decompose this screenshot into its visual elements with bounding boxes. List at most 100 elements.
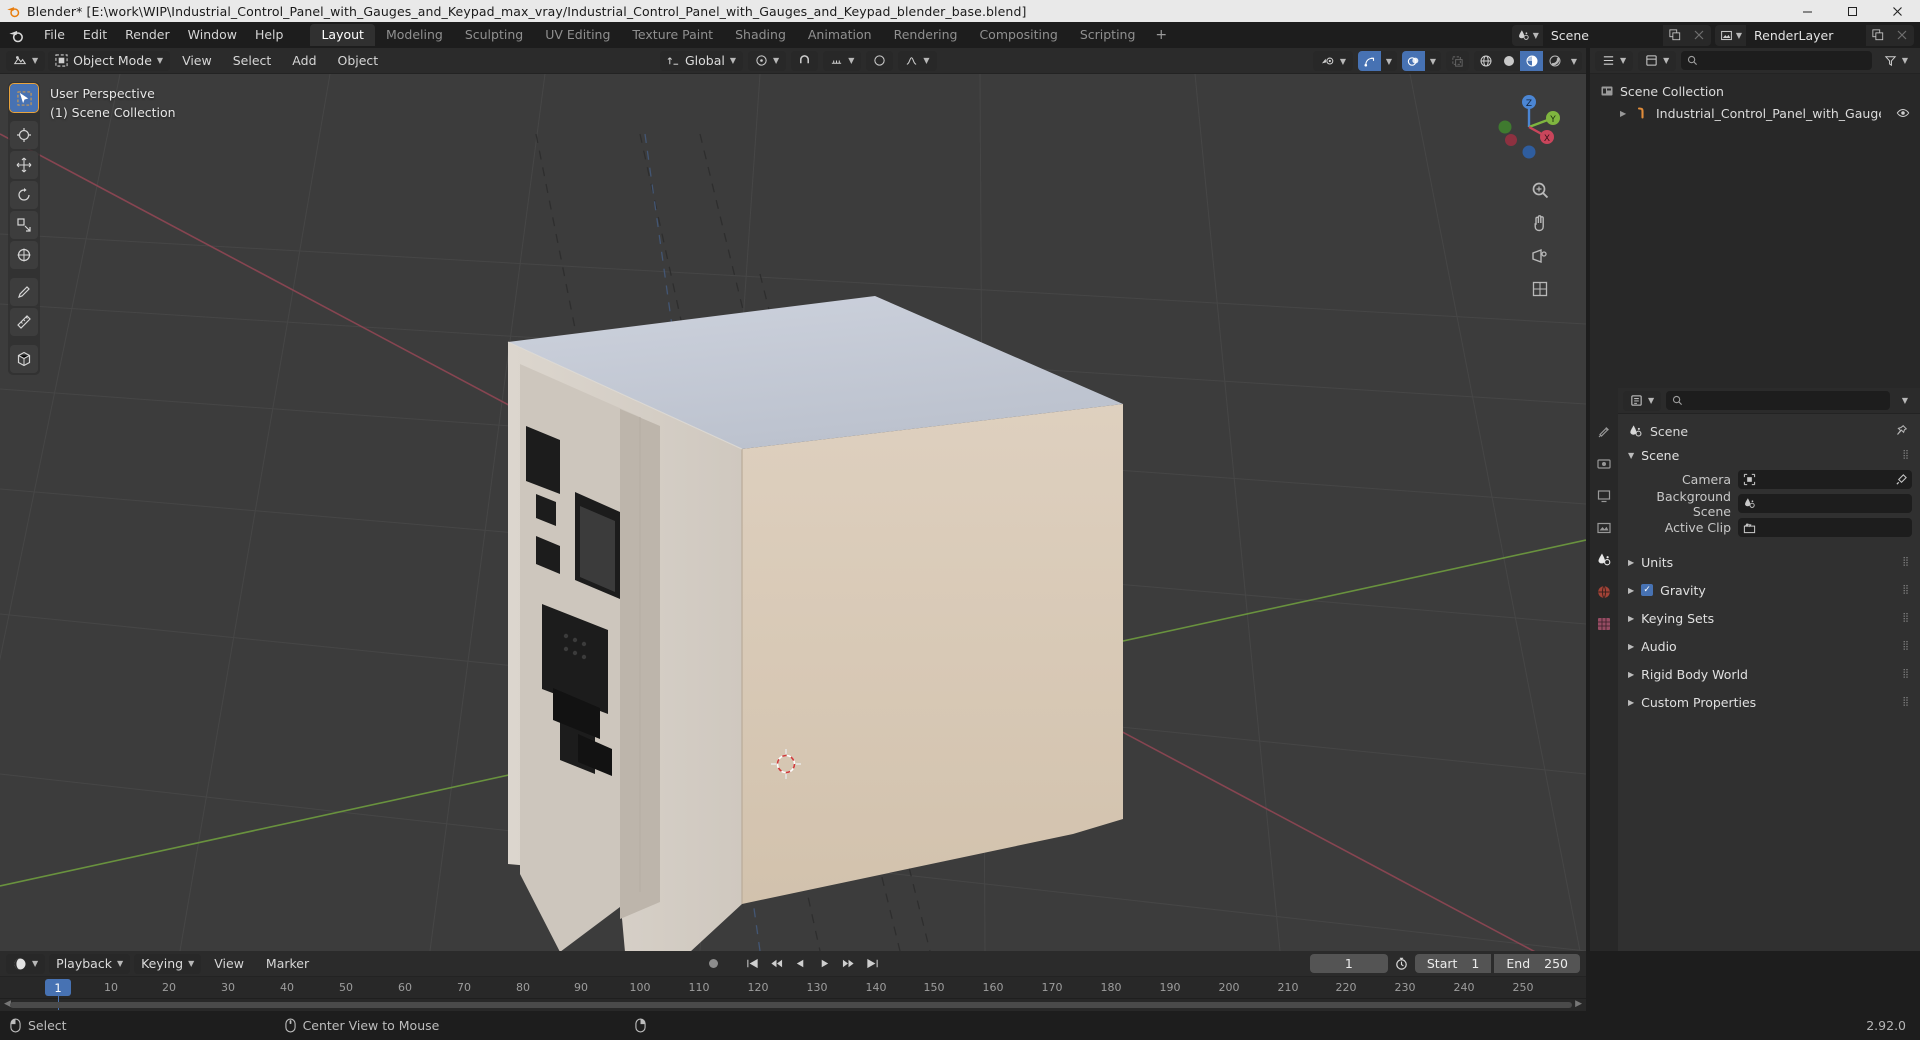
editor-type-button[interactable]: ▼ [6, 50, 46, 71]
blender-app-icon[interactable] [8, 27, 25, 44]
menu-help[interactable]: Help [246, 25, 293, 45]
tab-scripting[interactable]: Scripting [1069, 24, 1147, 46]
viewport-menu-add[interactable]: Add [283, 51, 325, 71]
menu-window[interactable]: Window [179, 25, 246, 45]
rotate-tool[interactable] [10, 181, 38, 209]
properties-search-input[interactable] [1666, 391, 1890, 410]
outliner-filter-button[interactable]: ▼ [1877, 51, 1915, 71]
outliner-display-mode[interactable]: ▼ [1638, 50, 1677, 71]
remove-viewlayer-button[interactable] [1890, 24, 1914, 46]
timeline-menu-playback[interactable]: Playback ▼ [49, 953, 131, 974]
tab-compositing[interactable]: Compositing [968, 24, 1068, 46]
play-button[interactable] [814, 954, 835, 974]
tab-texture-paint[interactable]: Texture Paint [621, 24, 724, 46]
viewlayer-name-field[interactable]: RenderLayer [1746, 24, 1866, 46]
move-tool[interactable] [10, 151, 38, 179]
use-preview-range-icon[interactable] [1391, 954, 1412, 974]
timeline-horizontal-scrollbar[interactable] [10, 1002, 1572, 1008]
tab-shading[interactable]: Shading [724, 24, 797, 46]
outliner-object-row[interactable]: ▶ Industrial_Control_Panel_with_Gauges_a… [1590, 102, 1920, 124]
add-workspace-button[interactable]: + [1146, 24, 1176, 46]
scene-name-field[interactable]: Scene [1542, 24, 1663, 46]
tab-layout[interactable]: Layout [310, 24, 375, 46]
camera-field[interactable] [1738, 470, 1912, 489]
tab-sculpting[interactable]: Sculpting [454, 24, 534, 46]
output-tab[interactable] [1594, 486, 1614, 506]
camera-view-icon[interactable] [1528, 244, 1552, 268]
view-layer-selector[interactable]: ▼ RenderLayer [1714, 24, 1914, 46]
viewport-canvas[interactable]: User Perspective (1) Scene Collection Z … [0, 74, 1586, 951]
render-tab[interactable] [1594, 454, 1614, 474]
shading-wireframe-button[interactable] [1474, 51, 1497, 71]
shading-solid-button[interactable] [1497, 51, 1520, 71]
eyedropper-icon[interactable] [1895, 473, 1908, 486]
add-cube-tool[interactable] [10, 345, 38, 373]
cursor-tool[interactable] [10, 121, 38, 149]
expand-triangle-icon[interactable]: ▶ [1620, 109, 1630, 118]
show-overlays-toggle[interactable] [1402, 51, 1425, 71]
world-tab[interactable] [1594, 582, 1614, 602]
rigid-body-world-section[interactable]: ▶ Rigid Body World ⣿ [1618, 663, 1920, 685]
scene-panel-header[interactable]: ▼ Scene ⣿ [1618, 444, 1920, 466]
transform-orientation-selector[interactable]: Global ▼ [660, 50, 744, 71]
jump-to-end-button[interactable] [862, 954, 883, 974]
outliner-search-input[interactable] [1681, 51, 1872, 70]
measure-tool[interactable] [10, 308, 38, 336]
new-viewlayer-button[interactable] [1866, 24, 1890, 46]
tweak-select-tool[interactable] [9, 83, 39, 113]
new-scene-button[interactable] [1662, 24, 1687, 46]
outliner-editor-type-button[interactable]: ▼ [1595, 50, 1634, 71]
shading-options-dropdown[interactable]: ▼ [1566, 51, 1582, 71]
timeline-menu-view[interactable]: View [205, 954, 253, 974]
navigation-gizmo[interactable]: Z Y X [1490, 88, 1568, 166]
annotate-tool[interactable] [10, 278, 38, 306]
timeline-editor-type-button[interactable]: ▼ [6, 953, 46, 974]
gizmo-options-dropdown[interactable]: ▼ [1381, 51, 1397, 71]
timeline-scroll-right-icon[interactable]: ▶ [1575, 999, 1582, 1009]
properties-options-button[interactable]: ▼ [1895, 391, 1915, 411]
tool-tab[interactable] [1594, 422, 1614, 442]
custom-properties-section[interactable]: ▶ Custom Properties ⣿ [1618, 691, 1920, 713]
playhead[interactable]: 1 [45, 979, 71, 996]
visibility-selector[interactable]: ▼ [1312, 51, 1353, 71]
minimize-button[interactable] [1785, 0, 1830, 22]
start-frame-field[interactable]: Start 1 [1414, 954, 1492, 973]
previous-keyframe-button[interactable] [766, 954, 787, 974]
timeline-menu-marker[interactable]: Marker [257, 954, 318, 974]
properties-editor-type-button[interactable]: ▼ [1623, 390, 1662, 411]
background-scene-field[interactable] [1738, 494, 1912, 513]
toggle-orthographic-icon[interactable] [1528, 277, 1552, 301]
tab-rendering[interactable]: Rendering [883, 24, 969, 46]
tab-modeling[interactable]: Modeling [375, 24, 454, 46]
play-reverse-button[interactable] [790, 954, 811, 974]
texture-tab[interactable] [1594, 614, 1614, 634]
scene-browse-button[interactable]: ▼ [1511, 24, 1543, 46]
pan-hand-icon[interactable] [1528, 211, 1552, 235]
scale-tool[interactable] [10, 211, 38, 239]
current-frame-field[interactable]: 1 [1309, 954, 1388, 973]
snap-magnet-toggle[interactable] [791, 50, 819, 71]
active-clip-field[interactable] [1738, 518, 1912, 537]
pivot-point-selector[interactable]: ▼ [748, 50, 787, 71]
zoom-icon[interactable] [1528, 178, 1552, 202]
outliner-scene-collection-row[interactable]: Scene Collection [1590, 80, 1920, 102]
scene-tab[interactable] [1594, 550, 1614, 570]
xray-toggle[interactable] [1446, 51, 1469, 71]
menu-file[interactable]: File [35, 25, 74, 45]
object-mode-selector[interactable]: Object Mode ▼ [48, 50, 171, 71]
viewlayer-browse-button[interactable]: ▼ [1714, 24, 1746, 46]
timeline-menu-keying[interactable]: Keying ▼ [134, 953, 202, 974]
timeline-ruler[interactable]: 1 10 20 30 40 50 60 70 80 90 100 110 120… [0, 977, 1586, 1010]
snap-settings-button[interactable]: ▼ [823, 50, 862, 71]
overlay-options-dropdown[interactable]: ▼ [1425, 51, 1441, 71]
gravity-section[interactable]: ▶ ✓ Gravity ⣿ [1618, 579, 1920, 601]
next-keyframe-button[interactable] [838, 954, 859, 974]
viewport-menu-view[interactable]: View [173, 51, 221, 71]
unlink-scene-button[interactable] [1686, 24, 1711, 46]
shading-material-preview-button[interactable] [1520, 51, 1543, 71]
tab-animation[interactable]: Animation [797, 24, 883, 46]
view-layer-tab[interactable] [1594, 518, 1614, 538]
transform-tool[interactable] [10, 241, 38, 269]
audio-section[interactable]: ▶ Audio ⣿ [1618, 635, 1920, 657]
end-frame-field[interactable]: End 250 [1494, 954, 1580, 973]
